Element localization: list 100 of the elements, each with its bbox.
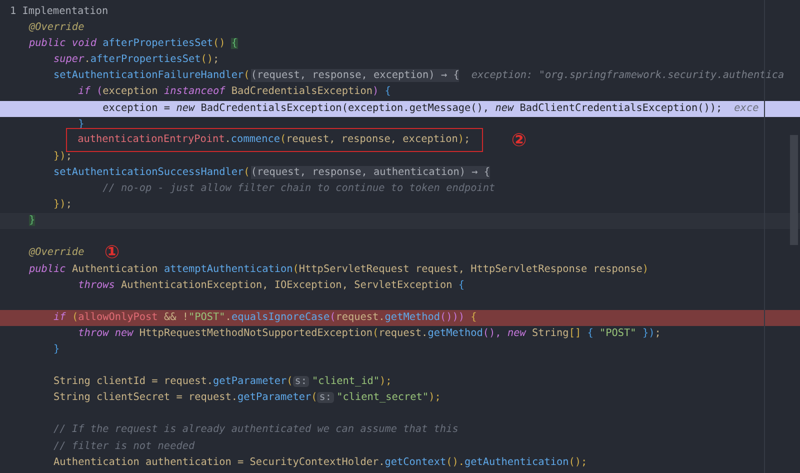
method-name: getMethod [384, 312, 440, 323]
code-text: String clientSecret = request. [52, 392, 238, 404]
method-name: getMessage [409, 102, 471, 114]
bracket-text: ) [642, 264, 649, 274]
usages-hint[interactable]: 1 Implementation [0, 4, 800, 20]
code-text: Authentication [72, 264, 159, 274]
code-text: HttpServletRequest request, HttpServletResponse response [298, 264, 642, 274]
circled-number: ① [104, 242, 120, 264]
bracket-text: (); [568, 456, 588, 468]
bracket-text: ())) [440, 312, 465, 323]
code-text: . [224, 134, 231, 145]
bracket-text: ( [96, 86, 103, 98]
bracket-text: ); [428, 392, 441, 404]
keyword-text: throw new [77, 328, 134, 339]
keyword-text: new [176, 102, 196, 114]
annotation-text: @Override [29, 22, 84, 34]
code-text: HttpRequestMethodNotSupportedException [139, 328, 372, 339]
keyword-text: throws [77, 280, 116, 291]
method-name: setAuthenticationSuccessHandler [52, 166, 244, 178]
bracket-text: ( [342, 102, 348, 114]
lambda-parameters: (request, response, authentication) → { [250, 166, 490, 179]
string-literal: "client_id" [312, 376, 380, 388]
bracket-text: () [213, 38, 226, 50]
bracket-text: }) [52, 150, 66, 162]
code-comment: // filter is not needed [52, 440, 195, 452]
bracket-text: ()) [698, 102, 716, 114]
parameter-hint: s: [317, 392, 334, 404]
code-text: BadCredentialsException [200, 102, 342, 114]
keyword-text: instanceof [164, 86, 226, 98]
bracket-text: ( [244, 166, 250, 178]
bracket-text: ( [330, 312, 336, 323]
bracket-text: ( [286, 376, 293, 388]
bracket-text: ); [380, 376, 392, 388]
code-comment: // If the request is already authenticated we can assume that this [52, 424, 458, 436]
code-text: ; [66, 150, 72, 162]
bracket-text: ( [244, 70, 250, 82]
method-name: equalsIgnoreCase [231, 312, 330, 323]
code-text: request. [378, 328, 428, 339]
keyword-text: super [52, 54, 84, 66]
bracket-text: ( [280, 134, 286, 145]
method-name: getContext [384, 456, 446, 468]
code-text: AuthenticationException, IOException, ServletException [121, 280, 454, 291]
method-name: setAuthenticationFailureHandler [52, 70, 244, 82]
matched-brace: } [29, 215, 36, 226]
keyword-text: public [29, 264, 67, 274]
parameter-hint: s: [292, 376, 310, 388]
code-text: ; [464, 134, 470, 145]
keyword-text: new [507, 328, 528, 339]
field-name: allowOnlyPost [78, 312, 158, 323]
string-literal: "POST" [600, 328, 636, 339]
bracket-text: (). [446, 456, 464, 468]
keyword-text: if [52, 312, 67, 323]
inlay-hint: exception: "org.springframework.security.authentica [471, 70, 784, 82]
string-literal: "POST" [188, 312, 226, 323]
inlay-hint: exce [734, 102, 759, 114]
code-text: String clientId = request. [52, 376, 214, 388]
bracket-text: { [587, 328, 594, 339]
bracket-text: [] [568, 328, 582, 339]
bracket-text: { [470, 312, 477, 323]
code-text: ; [654, 328, 661, 339]
code-text: && ! [162, 312, 188, 323]
code-text: request, response, exception [286, 134, 458, 145]
method-name: getParameter [213, 376, 287, 388]
field-name: authenticationEntryPoint [78, 134, 225, 145]
code-text: Authentication authentication = SecurityContextHolder. [52, 456, 385, 468]
code-text: ; [716, 102, 722, 114]
bracket-text: () [200, 54, 214, 66]
method-name: commence [230, 134, 280, 145]
bracket-text: (), [470, 102, 490, 114]
method-name: getMethod [428, 328, 483, 339]
bracket-text: { [458, 280, 464, 291]
code-text: exception = [102, 102, 172, 114]
annotation-text: @Override [29, 247, 84, 258]
code-text: . [225, 312, 232, 323]
code-text: String [532, 328, 569, 339]
string-literal: "client_secret" [336, 392, 429, 404]
bracket-text: { [384, 86, 391, 98]
code-text: exception [102, 86, 159, 98]
bracket-text: (), [482, 328, 502, 339]
code-text: BadCredentialsException [231, 86, 372, 98]
bracket-text: ( [311, 392, 318, 404]
code-text: ; [213, 54, 220, 66]
code-text: BadClientCredentialsException [520, 102, 698, 114]
bracket-text: ( [372, 328, 379, 339]
matched-brace: { [231, 38, 238, 50]
code-text: . [84, 54, 90, 66]
method-name: getParameter [238, 392, 312, 404]
code-comment: // no-op - just allow filter chain to continue to token endpoint [102, 183, 496, 194]
bracket-text: ) [372, 86, 380, 98]
code-text: exception. [348, 102, 410, 114]
bracket-text: }) [52, 199, 66, 210]
lambda-parameters: (request, response, exception) → { [250, 69, 460, 82]
code-text: ; [66, 199, 72, 210]
method-name: afterPropertiesSet [102, 38, 214, 50]
bracket-text: ) [458, 134, 464, 145]
bracket-text: }) [641, 328, 655, 339]
method-name: getAuthentication [464, 456, 569, 468]
scrollbar-thumb[interactable] [790, 135, 798, 245]
code-editor[interactable] [0, 0, 800, 473]
bracket-text: } [52, 344, 60, 355]
